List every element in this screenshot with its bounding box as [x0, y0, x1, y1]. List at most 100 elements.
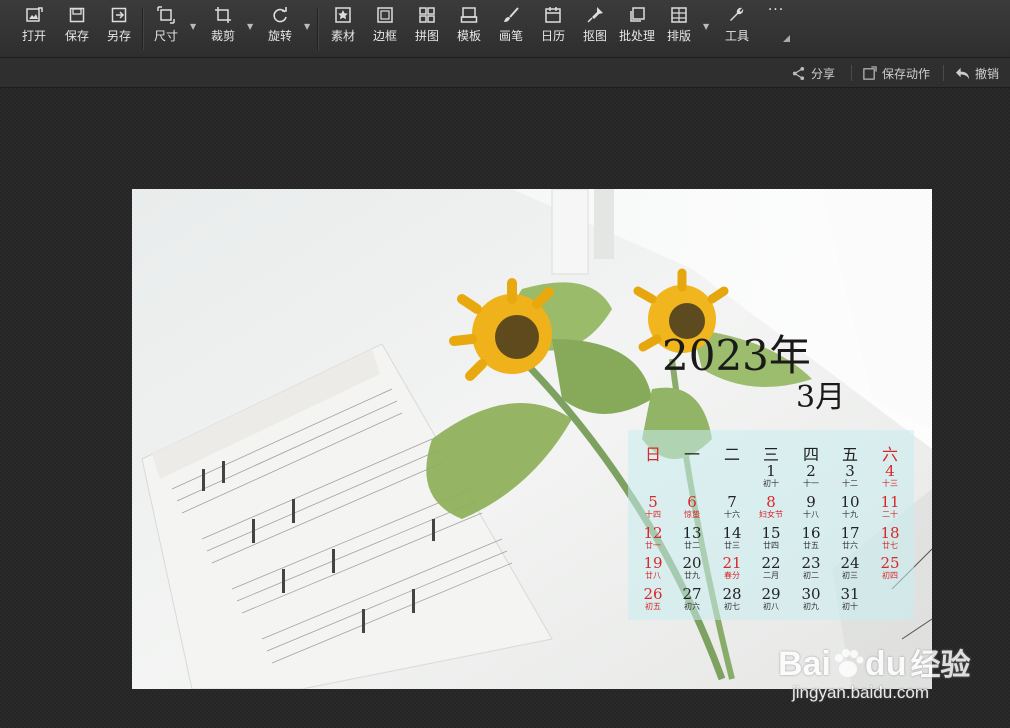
expand-corner-icon[interactable]	[783, 35, 790, 42]
undo-icon	[955, 67, 970, 79]
calendar-lunar-label: 廿一	[645, 541, 661, 550]
sticker-icon	[335, 7, 351, 23]
more-icon: ···	[767, 2, 785, 18]
calendar-day-number: 6	[687, 493, 697, 511]
share-button[interactable]: 分享	[791, 64, 835, 82]
calendar-lunar-label: 廿六	[842, 541, 858, 550]
cutout-button[interactable]: 抠图	[573, 6, 617, 52]
template-icon	[460, 7, 478, 23]
calendar-lunar-label: 二十	[882, 510, 898, 519]
rotate-dropdown-chevron-icon[interactable]: ▼	[304, 22, 312, 31]
calendar-year: 2023年	[662, 331, 811, 380]
edited-photo[interactable]	[132, 189, 932, 689]
undo-button[interactable]: 撤销	[955, 64, 999, 82]
toolbar-separator	[317, 8, 319, 50]
crop-icon	[215, 7, 231, 23]
calendar-lunar-label: 春分	[724, 571, 740, 580]
crop-dropdown-chevron-icon[interactable]: ▼	[247, 22, 255, 31]
baidu-logo-text: Bai	[778, 645, 831, 683]
calendar-day-number: 13	[682, 524, 702, 542]
calendar-lunar-label: 初八	[763, 602, 779, 611]
batch-button[interactable]: 批处理	[615, 6, 659, 52]
calendar-lunar-label: 初二	[803, 571, 819, 580]
crop-button[interactable]: 裁剪	[201, 6, 245, 52]
calendar-day-cell: 12 廿一	[633, 525, 673, 551]
calendar-lunar-label: 初十	[763, 479, 779, 488]
calendar-day-cell: 3 十二	[830, 463, 870, 489]
calendar-day-number: 21	[722, 554, 742, 572]
calendar-lunar-label: 惊蛰	[684, 510, 700, 519]
collage-label: 拼图	[414, 29, 439, 43]
calendar-day-cell: 18 廿七	[870, 525, 910, 551]
batch-icon	[630, 7, 645, 22]
calendar-day-number: 16	[801, 524, 821, 542]
calendar-lunar-label: 廿九	[684, 571, 700, 580]
calendar-day-cell: 7 十六	[712, 494, 752, 520]
calendar-lunar-label: 初七	[724, 602, 740, 611]
calendar-day-cell: 5 十四	[633, 494, 673, 520]
calendar-lunar-label: 廿五	[803, 541, 819, 550]
action-separator	[943, 65, 944, 81]
sticker-button[interactable]: 素材	[321, 6, 365, 52]
calendar-lunar-label: 廿三	[724, 541, 740, 550]
paw-icon	[834, 649, 864, 677]
calendar-day-cell: 21 春分	[712, 555, 752, 581]
calendar-day-number: 26	[643, 585, 663, 603]
open-button[interactable]: 打开	[12, 6, 56, 52]
calendar-lunar-label: 初九	[803, 602, 819, 611]
calendar-day-cell: 6 惊蛰	[672, 494, 712, 520]
calendar-day-number: 25	[880, 554, 900, 572]
calendar-day-cell: 8 妇女节	[751, 494, 791, 520]
rotate-button[interactable]: 旋转	[258, 6, 302, 52]
calendar-day-number: 20	[682, 554, 702, 572]
layout-button[interactable]: 排版	[657, 6, 701, 52]
calendar-button[interactable]: 日历	[531, 6, 575, 52]
calendar-lunar-label: 初四	[882, 571, 898, 580]
calendar-lunar-label: 廿四	[763, 541, 779, 550]
template-button[interactable]: 模板	[447, 6, 491, 52]
calendar-day-number: 7	[727, 493, 737, 511]
collage-icon	[419, 7, 435, 23]
calendar-lunar-label: 十四	[645, 510, 661, 519]
calendar-lunar-label: 十三	[882, 479, 898, 488]
calendar-icon	[545, 7, 561, 23]
resize-dropdown-chevron-icon[interactable]: ▼	[190, 22, 198, 31]
brush-label: 画笔	[498, 29, 523, 43]
calendar-lunar-label: 廿八	[645, 571, 661, 580]
calendar-day-cell: 25 初四	[870, 555, 910, 581]
calendar-day-cell: 30 初九	[791, 586, 831, 612]
watermark-url: jingyan.baidu.com	[792, 683, 930, 702]
calendar-lunar-label: 初五	[645, 602, 661, 611]
tools-label: 工具	[724, 29, 749, 43]
calendar-day-cell: 14 廿三	[712, 525, 752, 551]
frame-button[interactable]: 边框	[363, 6, 407, 52]
calendar-day-number: 15	[761, 524, 781, 542]
more-button[interactable]: ···	[754, 2, 798, 48]
frame-label: 边框	[372, 29, 397, 43]
collage-button[interactable]: 拼图	[405, 6, 449, 52]
calendar-day-number: 14	[722, 524, 742, 542]
save-button[interactable]: 保存	[55, 6, 99, 52]
undo-label: 撤销	[975, 66, 1000, 81]
tools-button[interactable]: 工具	[715, 6, 759, 52]
calendar-day-cell: 24 初三	[830, 555, 870, 581]
save-action-button[interactable]: 保存动作	[862, 64, 930, 82]
rotate-label: 旋转	[267, 29, 292, 43]
calendar-day-cell: 15 廿四	[751, 525, 791, 551]
calendar-day-number: 30	[801, 585, 821, 603]
calendar-day-number: 8	[766, 493, 776, 511]
resize-button[interactable]: 尺寸	[144, 6, 188, 52]
resize-icon	[157, 6, 175, 24]
open-image-icon	[26, 7, 43, 22]
calendar-lunar-label: 初三	[842, 571, 858, 580]
calendar-day-cell: 11 二十	[870, 494, 910, 520]
calendar-lunar-label: 十六	[724, 510, 740, 519]
layout-dropdown-chevron-icon[interactable]: ▼	[703, 22, 711, 31]
brush-button[interactable]: 画笔	[489, 6, 533, 52]
baidu-logo-text-2: du	[864, 645, 907, 683]
wrench-icon	[730, 7, 744, 21]
calendar-lunar-label: 十二	[842, 479, 858, 488]
baidu-logo: Bai du 经验	[778, 640, 970, 684]
brush-icon	[504, 7, 519, 22]
save-as-button[interactable]: 另存	[97, 6, 141, 52]
